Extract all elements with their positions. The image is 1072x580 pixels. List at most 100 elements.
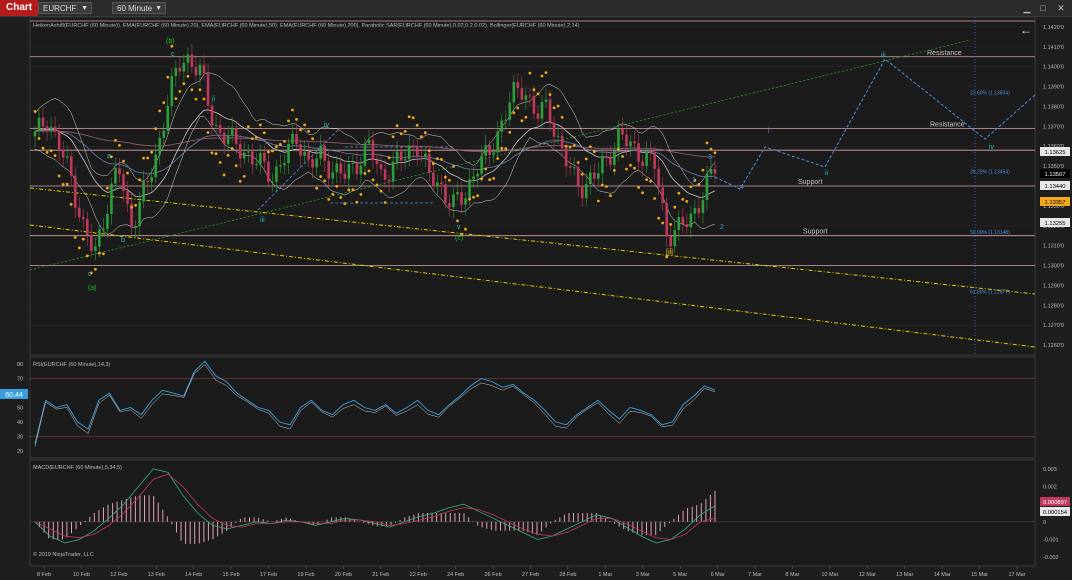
time-tick-label: 12 Feb: [110, 572, 127, 578]
time-tick-label: 13 Mar: [896, 572, 913, 578]
sar-dot: [134, 203, 138, 207]
candle-body: [496, 131, 500, 153]
candle-body: [419, 156, 423, 158]
sar-dot: [709, 147, 713, 151]
sar-dot: [162, 101, 166, 105]
sar-dot: [427, 149, 431, 153]
wave-label: v: [457, 224, 461, 231]
candle-body: [275, 166, 278, 182]
sar-dot: [379, 189, 383, 193]
candle-body: [259, 152, 262, 165]
sar-dot: [327, 198, 331, 201]
candle-body: [86, 219, 89, 235]
wave-label: iii: [260, 217, 265, 224]
candle-body: [528, 95, 532, 97]
candle-body: [492, 152, 495, 155]
sar-dot: [85, 254, 89, 258]
candle-body: [669, 236, 673, 247]
macd-tick-label: -0.002: [1043, 555, 1059, 561]
wave-label: 3: [708, 154, 712, 161]
sar-dot: [102, 252, 105, 256]
sar-dot: [242, 175, 246, 178]
sar-dot: [49, 149, 53, 153]
candle-body: [415, 147, 419, 157]
sar-dot: [536, 92, 540, 96]
candle-body: [90, 234, 93, 252]
sar-dot: [637, 186, 640, 189]
candle-body: [572, 167, 576, 169]
sar-dot: [287, 119, 290, 123]
candle-body: [226, 135, 230, 145]
macd-panel-frame: [29, 459, 1036, 567]
wave-label: (a): [88, 285, 97, 292]
candle-body: [544, 99, 548, 102]
candle-body: [641, 161, 644, 166]
sar-dot: [609, 194, 612, 198]
sar-dot: [45, 151, 49, 154]
macd-badge-value: 0.000897: [1043, 500, 1067, 506]
maximize-icon[interactable]: □: [1036, 2, 1050, 14]
sar-dot: [560, 115, 564, 119]
sar-dot: [57, 174, 61, 178]
sar-dot: [689, 185, 693, 189]
time-tick-label: 8 Mar: [785, 572, 799, 578]
sar-dot: [452, 165, 455, 168]
candle-body: [601, 156, 604, 174]
candle-body: [605, 156, 608, 158]
sar-dot: [576, 161, 580, 164]
sar-dot: [436, 157, 439, 161]
sar-dot: [419, 135, 423, 138]
sar-dot: [230, 147, 234, 150]
chart-tab[interactable]: Chart: [0, 0, 39, 16]
sar-dot: [41, 146, 45, 150]
candle-body: [472, 176, 475, 180]
wave-label: iv: [324, 122, 330, 129]
sar-dot: [315, 186, 319, 190]
sar-dot: [355, 200, 359, 204]
candle-body: [677, 216, 681, 231]
candle-body: [552, 122, 556, 137]
candle-body: [331, 172, 335, 179]
sar-dot: [508, 130, 512, 134]
chevron-down-icon: ▼: [81, 5, 88, 12]
rsi-tick-label: 70: [17, 377, 23, 383]
sar-dot: [335, 184, 339, 188]
level-label: Resistance: [930, 121, 965, 128]
candle-body: [359, 165, 363, 175]
chart-area[interactable]: HeikenAshi8(EURCHF (60 Minute)), EMA(EUR…: [0, 17, 1072, 580]
candle-body: [206, 73, 210, 106]
candle-body: [291, 133, 294, 144]
close-icon[interactable]: ✕: [1054, 2, 1068, 14]
timeframe-select[interactable]: 60 Minute ▼: [112, 2, 166, 14]
sar-dot: [351, 188, 355, 192]
instrument-select[interactable]: EURCHF ▼: [38, 2, 92, 14]
candle-body: [279, 165, 282, 167]
candle-body: [122, 174, 125, 191]
price-badge-value: 1.13507: [1045, 172, 1066, 178]
sar-dot: [81, 237, 85, 241]
rsi-value: 60.44: [5, 392, 23, 399]
sar-dot: [476, 194, 479, 198]
candle-body: [138, 201, 141, 227]
candle-body: [174, 67, 178, 76]
sar-dot: [387, 156, 391, 160]
wave-label: a: [107, 153, 111, 160]
candle-body: [57, 130, 61, 151]
wave-label: (b): [166, 38, 175, 45]
price-badge-value: 1.13255: [1045, 221, 1066, 227]
candle-body: [709, 169, 713, 174]
sar-dot: [657, 216, 661, 220]
macd-tick-label: 0: [1043, 520, 1046, 526]
minimize-icon[interactable]: ▁: [1020, 2, 1034, 14]
back-arrow-icon[interactable]: ←: [1020, 23, 1032, 37]
sar-dot: [524, 115, 528, 119]
candle-body: [94, 246, 97, 252]
candle-body: [576, 167, 580, 186]
chevron-down-icon: ▼: [155, 5, 162, 12]
price-panel-title: HeikenAshi8(EURCHF (60 Minute)), EMA(EUR…: [33, 23, 580, 29]
candle-body: [323, 145, 327, 161]
sar-dot: [307, 129, 310, 133]
candle-body: [77, 207, 81, 218]
price-badge-value: 1.13440: [1045, 184, 1066, 190]
rsi-tick-label: 50: [17, 406, 23, 412]
